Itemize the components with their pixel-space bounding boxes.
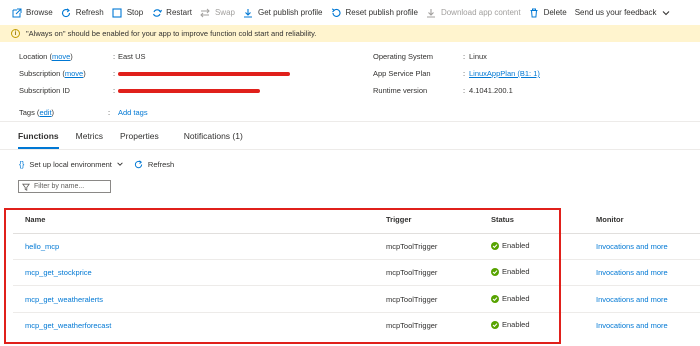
subscription-id-label: Subscription ID: [19, 86, 70, 95]
tab-notifications[interactable]: Notifications (1): [184, 129, 243, 149]
delete-button[interactable]: Delete: [526, 0, 572, 25]
os-label: Operating System: [373, 52, 434, 61]
runtime-colon: :: [463, 86, 466, 95]
browse-button[interactable]: Browse: [8, 0, 58, 25]
subscription-move-link[interactable]: move: [65, 69, 83, 78]
refresh-icon: [134, 159, 143, 169]
subscription-colon: :: [113, 69, 116, 78]
reset-publish-profile-button[interactable]: Reset publish profile: [327, 0, 422, 25]
subscription-label-row: Subscription (move): [19, 69, 86, 78]
banner-text: "Always on" should be enabled for your a…: [26, 29, 317, 38]
add-tags-link[interactable]: Add tags: [118, 108, 148, 117]
refresh-button[interactable]: Refresh: [58, 0, 109, 25]
tags-label-row: Tags (edit): [19, 108, 55, 117]
runtime-label: Runtime version: [373, 86, 428, 95]
download-icon: [243, 7, 254, 18]
tab-metrics[interactable]: Metrics: [76, 129, 103, 149]
annotation-highlight-box: [4, 208, 561, 344]
get-publish-profile-button[interactable]: Get publish profile: [240, 0, 327, 25]
location-value: East US: [118, 52, 146, 61]
chevron-down-icon: [116, 160, 124, 168]
os-colon: :: [463, 52, 466, 61]
info-icon: i: [11, 29, 20, 38]
swap-button[interactable]: Swap: [197, 0, 240, 25]
location-label: Location: [19, 52, 48, 61]
subscription-id-redaction: [118, 89, 260, 93]
essentials-divider: [0, 121, 700, 122]
functions-refresh-button[interactable]: Refresh: [134, 160, 174, 169]
tabs-divider: [0, 149, 700, 150]
location-colon: :: [113, 52, 116, 61]
stop-icon: [112, 7, 123, 18]
feedback-button[interactable]: Send us your feedback: [572, 0, 681, 25]
subscription-redaction: [118, 72, 290, 76]
code-braces-icon: {}: [19, 159, 25, 169]
download-app-content-label: Download app content: [440, 8, 521, 17]
location-label-row: Location (move): [19, 52, 73, 61]
tab-functions[interactable]: Functions: [18, 129, 59, 149]
filter-icon: [22, 183, 31, 191]
subscription-label: Subscription: [19, 69, 61, 78]
external-link-icon: [11, 7, 22, 18]
tags-label: Tags: [19, 108, 35, 117]
runtime-value: 4.1041.200.1: [469, 86, 513, 95]
app-service-plan-link[interactable]: LinuxAppPlan (B1: 1): [469, 69, 540, 78]
restart-icon: [151, 7, 162, 18]
get-publish-profile-label: Get publish profile: [257, 8, 323, 17]
tags-colon: :: [108, 108, 111, 117]
restart-button[interactable]: Restart: [148, 0, 197, 25]
delete-label: Delete: [543, 8, 567, 17]
column-header-monitor[interactable]: Monitor: [596, 215, 624, 224]
download-app-content-button[interactable]: Download app content: [423, 0, 526, 25]
invocations-link[interactable]: Invocations and more: [596, 295, 668, 304]
filter-by-name-input[interactable]: Filter by name...: [18, 180, 111, 193]
trash-icon: [529, 7, 540, 18]
plan-colon: :: [463, 69, 466, 78]
command-bar: Browse Refresh Stop Restart Swap Get pub…: [0, 0, 700, 25]
functions-refresh-label: Refresh: [147, 159, 175, 169]
refresh-icon: [61, 7, 72, 18]
tab-properties[interactable]: Properties: [120, 129, 159, 149]
stop-label: Stop: [126, 8, 144, 17]
plan-label: App Service Plan: [373, 69, 431, 78]
swap-label: Swap: [214, 8, 235, 17]
browse-label: Browse: [26, 8, 53, 17]
restart-label: Restart: [166, 8, 192, 17]
subscription-id-colon: :: [113, 86, 116, 95]
swap-icon: [200, 7, 211, 18]
stop-button[interactable]: Stop: [109, 0, 148, 25]
os-value: Linux: [469, 52, 487, 61]
download-icon: [426, 7, 437, 18]
refresh-label: Refresh: [75, 8, 104, 17]
reset-publish-profile-label: Reset publish profile: [345, 8, 418, 17]
functions-toolbar: {} Set up local environment Refresh: [19, 157, 184, 171]
always-on-warning-banner: i "Always on" should be enabled for your…: [0, 25, 700, 42]
invocations-link[interactable]: Invocations and more: [596, 268, 668, 277]
tab-bar: Functions Metrics Properties Notificatio…: [18, 129, 260, 149]
reset-icon: [330, 7, 341, 18]
filter-placeholder: Filter by name...: [34, 183, 85, 190]
invocations-link[interactable]: Invocations and more: [596, 321, 668, 330]
chevron-down-icon: [661, 7, 672, 18]
location-move-link[interactable]: move: [52, 52, 70, 61]
feedback-label: Send us your feedback: [574, 8, 657, 17]
invocations-link[interactable]: Invocations and more: [596, 242, 668, 251]
setup-local-environment-label: Set up local environment: [29, 159, 112, 169]
tags-edit-link[interactable]: edit: [39, 108, 51, 117]
setup-local-environment-button[interactable]: {} Set up local environment: [19, 160, 124, 169]
